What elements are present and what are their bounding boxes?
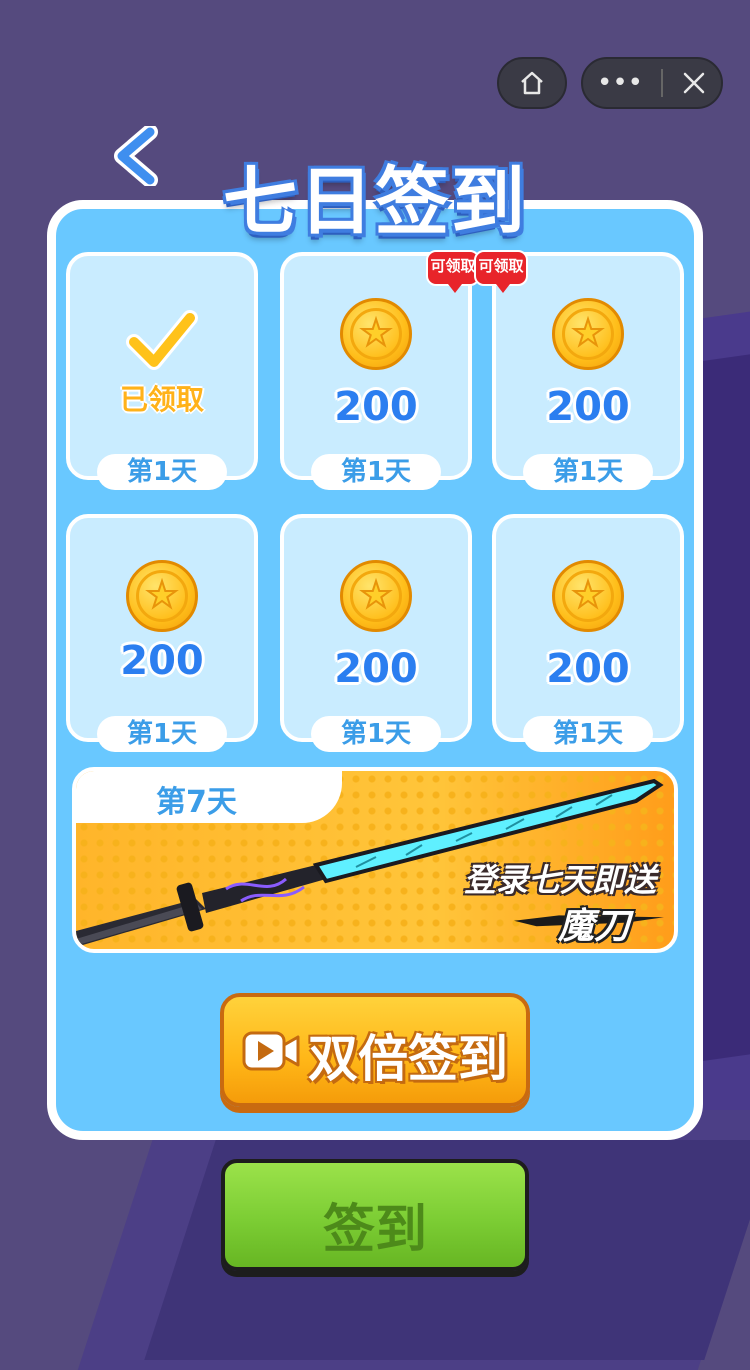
claimable-badge: 可领取 bbox=[474, 250, 528, 293]
day-label: 第1天 bbox=[523, 454, 653, 490]
coin-amount: 200 bbox=[546, 646, 630, 692]
more-dots-icon[interactable]: ••• bbox=[597, 70, 643, 96]
claimed-label: 已领取 bbox=[119, 383, 204, 416]
coin-icon: ★ bbox=[126, 560, 198, 632]
checkin-button[interactable]: 签到 bbox=[221, 1159, 529, 1271]
claimable-badge: 可领取 bbox=[426, 250, 480, 293]
close-icon[interactable] bbox=[681, 70, 707, 96]
capsule-divider bbox=[661, 69, 663, 97]
double-checkin-label: 双倍签到 bbox=[308, 1030, 508, 1088]
home-button[interactable] bbox=[497, 57, 567, 109]
day-card-5[interactable]: ★ 200 第1天 bbox=[280, 514, 472, 752]
day7-label: 第7天 bbox=[156, 785, 237, 820]
coin-icon: ★ bbox=[340, 560, 412, 632]
day7-prize-text: 魔刀 bbox=[557, 906, 630, 947]
coin-amount: 200 bbox=[334, 646, 418, 692]
day7-reward-card[interactable]: 第7天 登录七天即送 魔刀 bbox=[72, 767, 678, 953]
capsule-menu: ••• bbox=[581, 57, 723, 109]
double-checkin-button[interactable]: 双倍签到 bbox=[220, 993, 530, 1107]
day-card-3[interactable]: 可领取 ★ 200 第1天 bbox=[474, 250, 684, 490]
page-title: 七日签到 bbox=[223, 159, 527, 245]
day-label: 第1天 bbox=[523, 716, 653, 752]
day-card-2[interactable]: 可领取 ★ 200 第1天 bbox=[280, 250, 480, 490]
video-icon bbox=[242, 1031, 300, 1071]
day-card-6[interactable]: ★ 200 第1天 bbox=[492, 514, 684, 752]
day-label: 第1天 bbox=[97, 454, 227, 490]
coin-amount: 200 bbox=[546, 384, 630, 430]
day-label: 第1天 bbox=[311, 716, 441, 752]
checkin-label: 签到 bbox=[322, 1200, 427, 1260]
day-label: 第1天 bbox=[311, 454, 441, 490]
home-icon bbox=[521, 71, 543, 95]
coin-amount: 200 bbox=[120, 638, 204, 684]
coin-icon: ★ bbox=[340, 298, 412, 370]
coin-amount: 200 bbox=[334, 384, 418, 430]
checkmark-icon bbox=[126, 310, 198, 370]
day-card-1[interactable]: 已领取 第1天 bbox=[66, 252, 258, 490]
day-card-4[interactable]: ★ 200 第1天 bbox=[66, 514, 258, 752]
coin-icon: ★ bbox=[552, 560, 624, 632]
coin-icon: ★ bbox=[552, 298, 624, 370]
day-label: 第1天 bbox=[97, 716, 227, 752]
day7-promo-text: 登录七天即送 bbox=[463, 861, 656, 899]
